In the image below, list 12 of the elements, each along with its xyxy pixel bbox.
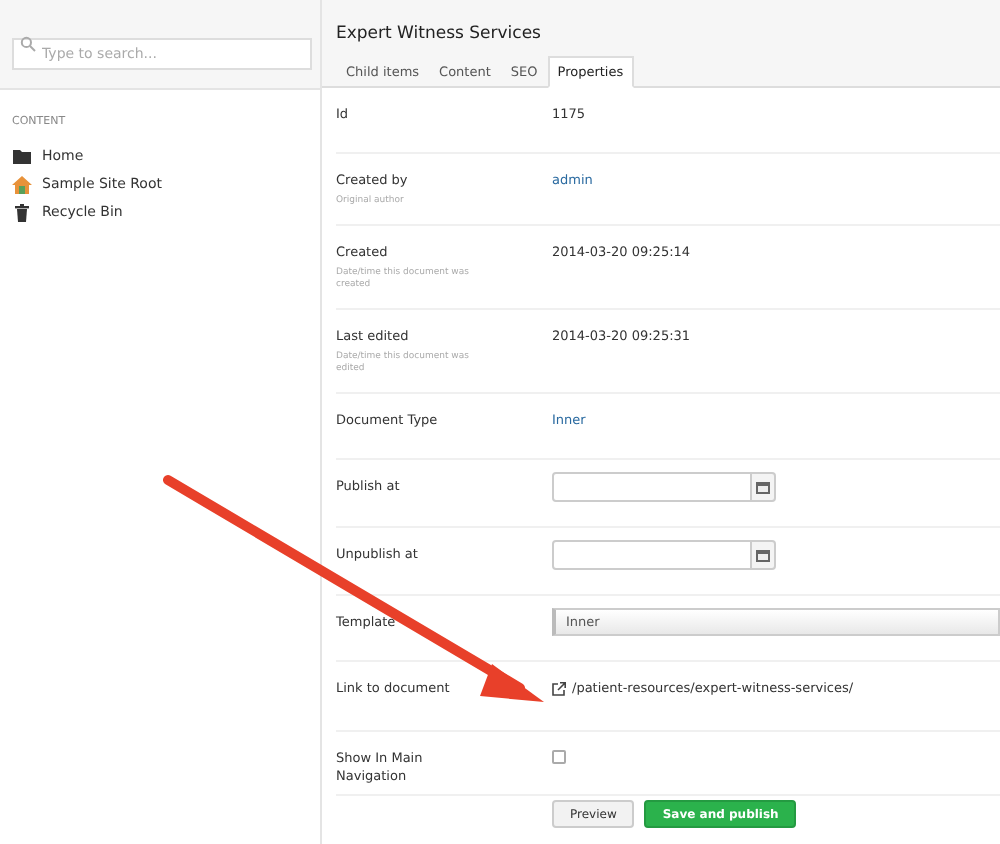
- calendar-icon: [756, 481, 770, 493]
- calendar-button[interactable]: [752, 472, 776, 502]
- external-link-icon: [552, 682, 566, 696]
- date-field[interactable]: [552, 540, 752, 570]
- date-field[interactable]: [552, 472, 752, 502]
- folder-icon: [12, 149, 32, 163]
- trash-icon: [12, 203, 32, 221]
- house-icon: [12, 175, 32, 193]
- document-title: Expert Witness Services: [336, 24, 543, 44]
- calendar-icon: [756, 549, 770, 561]
- checkbox[interactable]: [552, 750, 566, 764]
- calendar-button[interactable]: [752, 540, 776, 570]
